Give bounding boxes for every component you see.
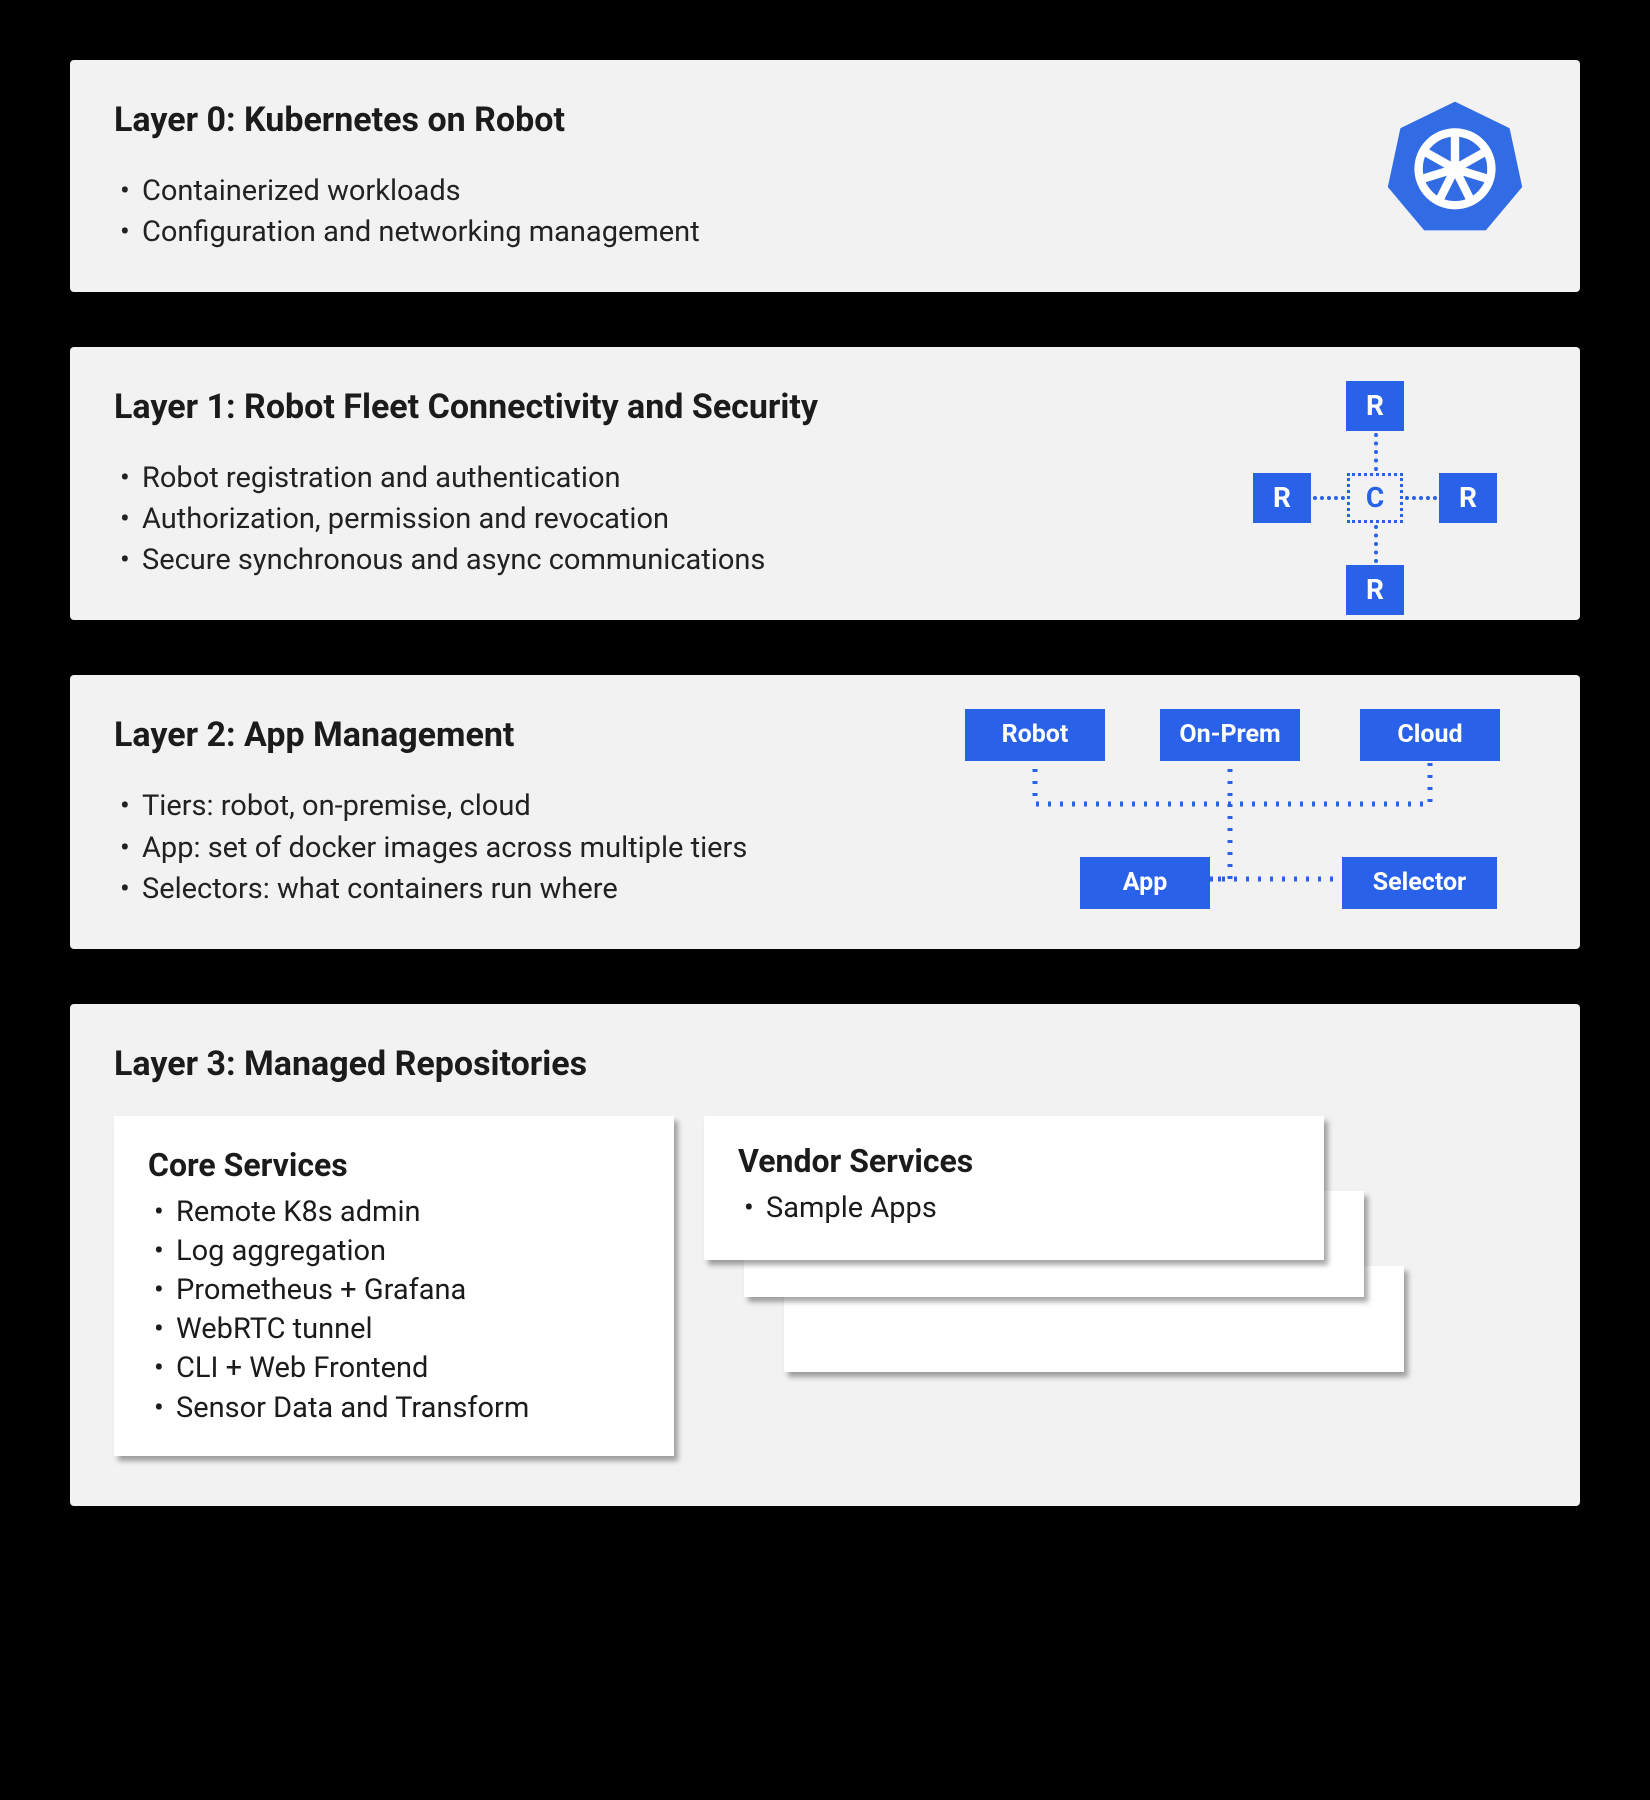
core-bullet: CLI + Web Frontend <box>176 1349 640 1388</box>
core-bullet: WebRTC tunnel <box>176 1310 640 1349</box>
vendor-bullet: Sample Apps <box>766 1189 1290 1228</box>
vendor-services-bullets: Sample Apps <box>738 1189 1290 1228</box>
core-bullet: Log aggregation <box>176 1232 640 1271</box>
kubernetes-logo-icon <box>1385 96 1525 236</box>
layer-2-bullet: Tiers: robot, on-premise, cloud <box>142 787 834 826</box>
hubspoke-spoke-bottom: R <box>1346 565 1404 615</box>
vendor-services-title: Vendor Services <box>738 1140 1290 1183</box>
layer-2-title: Layer 2: App Management <box>114 713 834 759</box>
arch-node-cloud: Cloud <box>1360 709 1500 761</box>
core-services-title: Core Services <box>148 1144 640 1187</box>
hubspoke-spoke-left: R <box>1253 473 1311 523</box>
layer-0-bullets: Containerized workloads Configuration an… <box>114 172 934 252</box>
layer-0-bullet: Containerized workloads <box>142 172 934 211</box>
arch-node-robot: Robot <box>965 709 1105 761</box>
vendor-stack-icon: Vendor Services Sample Apps <box>704 1116 1536 1436</box>
core-bullet: Sensor Data and Transform <box>176 1389 640 1428</box>
layer-1-bullet: Secure synchronous and async communicati… <box>142 541 934 580</box>
arch-node-app: App <box>1080 857 1210 909</box>
layer-2-bullets: Tiers: robot, on-premise, cloud App: set… <box>114 787 834 908</box>
core-services-bullets: Remote K8s admin Log aggregation Prometh… <box>148 1193 640 1428</box>
hubspoke-spoke-right: R <box>1439 473 1497 523</box>
layer-1-title: Layer 1: Robot Fleet Connectivity and Se… <box>114 385 934 431</box>
core-bullet: Prometheus + Grafana <box>176 1271 640 1310</box>
layer-2-card: Layer 2: App Management Tiers: robot, on… <box>70 675 1580 948</box>
layer-1-bullet: Robot registration and authentication <box>142 459 934 498</box>
hubspoke-spoke-top: R <box>1346 381 1404 431</box>
layer-0-card: Layer 0: Kubernetes on Robot Containeriz… <box>70 60 1580 292</box>
layer-2-bullet: Selectors: what containers run where <box>142 870 834 909</box>
layer-1-card: Layer 1: Robot Fleet Connectivity and Se… <box>70 347 1580 620</box>
core-bullet: Remote K8s admin <box>176 1193 640 1232</box>
layer-1-bullets: Robot registration and authentication Au… <box>114 459 934 580</box>
layer-0-title: Layer 0: Kubernetes on Robot <box>114 98 934 144</box>
layer-3-title: Layer 3: Managed Repositories <box>114 1042 1536 1088</box>
layer-1-bullet: Authorization, permission and revocation <box>142 500 934 539</box>
hubspoke-diagram-icon: R R R R C <box>1215 375 1535 620</box>
arch-node-selector: Selector <box>1342 857 1497 909</box>
arch-node-onprem: On-Prem <box>1160 709 1300 761</box>
app-arch-diagram-icon: Robot On-Prem Cloud App Selector <box>960 709 1540 909</box>
layer-2-bullet: App: set of docker images across multipl… <box>142 829 834 868</box>
hubspoke-center: C <box>1347 473 1403 523</box>
layer-0-bullet: Configuration and networking management <box>142 213 934 252</box>
layer-3-card: Layer 3: Managed Repositories Core Servi… <box>70 1004 1580 1506</box>
core-services-card: Core Services Remote K8s admin Log aggre… <box>114 1116 674 1456</box>
vendor-services-card: Vendor Services Sample Apps <box>704 1116 1324 1260</box>
